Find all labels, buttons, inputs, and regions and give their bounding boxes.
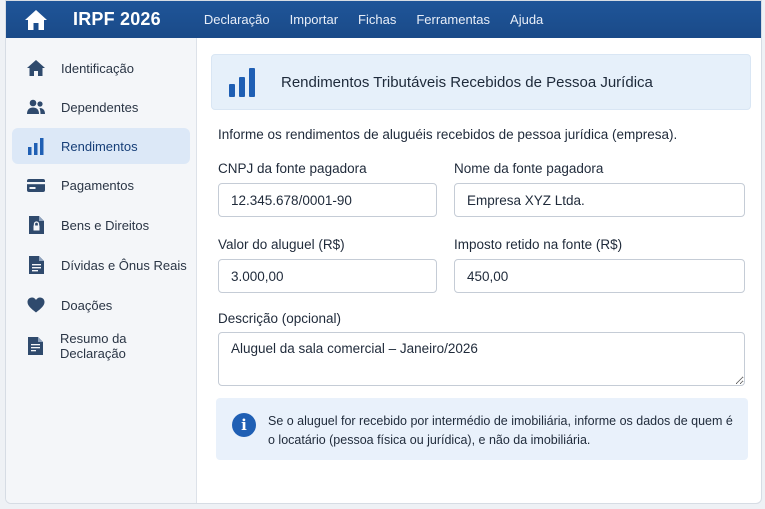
sidebar-item-pagamentos[interactable]: Pagamentos xyxy=(12,167,190,203)
section-title: Rendimentos Tributáveis Recebidos de Pes… xyxy=(281,73,653,91)
info-icon: i xyxy=(232,413,256,437)
app-title: IRPF 2026 xyxy=(73,9,161,29)
sidebar-item-label: Rendimentos xyxy=(61,138,138,154)
document-icon xyxy=(25,254,47,276)
descricao-textarea[interactable]: Aluguel da sala comercial – Janeiro/2026 xyxy=(218,332,745,386)
cnpj-input[interactable] xyxy=(218,183,437,217)
summary-document-icon xyxy=(25,335,46,357)
valor-input[interactable] xyxy=(218,259,437,293)
sidebar-item-dividas[interactable]: Dívidas e Ônus Reais xyxy=(12,247,190,283)
sidebar-item-label: Pagamentos xyxy=(61,177,134,193)
main-content: Rendimentos Tributáveis Recebidos de Pes… xyxy=(198,38,761,503)
home-button[interactable] xyxy=(22,6,50,34)
sidebar-item-label: Doações xyxy=(61,297,113,313)
bar-chart-icon xyxy=(229,68,255,97)
descricao-label: Descrição (opcional) xyxy=(218,311,342,326)
sidebar-item-bens-e-direitos[interactable]: Bens e Direitos xyxy=(12,207,190,243)
imposto-input[interactable] xyxy=(454,259,745,293)
sidebar-item-label: Resumo da Declaração xyxy=(60,331,127,361)
sidebar-item-label: Dependentes xyxy=(61,99,139,115)
sidebar-item-label: Identificação xyxy=(61,60,134,76)
imposto-label: Imposto retido na fonte (R$) xyxy=(454,237,623,252)
cnpj-label: CNPJ da fonte pagadora xyxy=(218,161,367,176)
sidebar-item-dependentes[interactable]: Dependentes xyxy=(12,89,190,125)
info-box: i Se o aluguel for recebido por interméd… xyxy=(216,398,748,460)
home-icon xyxy=(25,9,47,30)
section-header: Rendimentos Tributáveis Recebidos de Pes… xyxy=(211,54,751,110)
nome-input[interactable] xyxy=(454,183,745,217)
document-lock-icon xyxy=(25,214,47,236)
people-icon xyxy=(25,96,47,118)
menu-declaracao[interactable]: Declaração xyxy=(204,12,270,27)
bar-chart-icon xyxy=(25,135,47,157)
sidebar-item-identificacao[interactable]: Identificação xyxy=(12,50,190,86)
menu-bar: Declaração Importar Fichas Ferramentas A… xyxy=(204,12,563,27)
valor-label: Valor do aluguel (R$) xyxy=(218,237,345,252)
sidebar-item-doacoes[interactable]: Doações xyxy=(12,287,190,323)
home-icon xyxy=(25,57,47,79)
menu-ajuda[interactable]: Ajuda xyxy=(510,12,543,27)
nome-label: Nome da fonte pagadora xyxy=(454,161,604,176)
heart-icon xyxy=(25,294,47,316)
sidebar-item-rendimentos[interactable]: Rendimentos xyxy=(12,128,190,164)
sidebar-item-resumo[interactable]: Resumo da Declaração xyxy=(12,328,190,364)
card-icon xyxy=(25,174,47,196)
sidebar-item-label: Bens e Direitos xyxy=(61,217,150,233)
menu-ferramentas[interactable]: Ferramentas xyxy=(416,12,490,27)
sidebar-item-label: Dívidas e Ônus Reais xyxy=(61,257,187,273)
intro-text: Informe os rendimentos de aluguéis receb… xyxy=(218,127,678,142)
app-window: IRPF 2026 Declaração Importar Fichas Fer… xyxy=(5,0,762,504)
menu-fichas[interactable]: Fichas xyxy=(358,12,396,27)
info-text: Se o aluguel for recebido por intermédio… xyxy=(268,414,733,447)
top-bar: IRPF 2026 Declaração Importar Fichas Fer… xyxy=(6,1,761,38)
menu-importar[interactable]: Importar xyxy=(290,12,338,27)
sidebar: Identificação Dependentes Rendimentos Pa… xyxy=(6,38,197,503)
